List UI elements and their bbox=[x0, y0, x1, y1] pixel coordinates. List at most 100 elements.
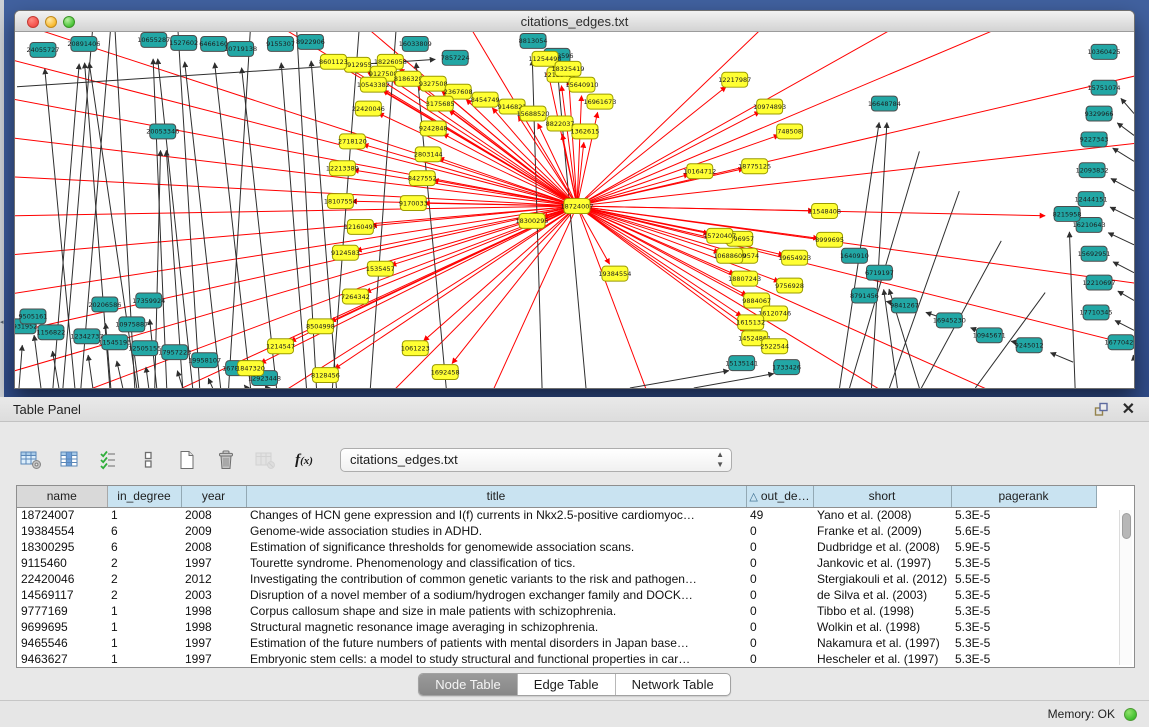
graph-node-yellow[interactable]: 8504998 bbox=[306, 319, 335, 334]
graph-node-teal[interactable]: 1527602 bbox=[169, 35, 198, 50]
column-header-title[interactable]: title bbox=[246, 486, 746, 507]
tab-node-table[interactable]: Node Table bbox=[419, 674, 518, 695]
graph-node-teal[interactable]: 24055727 bbox=[26, 42, 59, 57]
table-row[interactable]: 1938455462009Genome-wide association stu… bbox=[17, 523, 1096, 539]
table-row[interactable]: 977716911998Corpus callosum shape and si… bbox=[17, 603, 1096, 619]
table-cell[interactable]: Embryonic stem cells: a model to study s… bbox=[246, 651, 746, 667]
table-cell[interactable]: 0 bbox=[746, 587, 813, 603]
column-header-in_degree[interactable]: in_degree bbox=[107, 486, 181, 507]
table-cell[interactable]: Changes of HCN gene expression and I(f) … bbox=[246, 507, 746, 523]
graph-node-teal[interactable]: 1640910 bbox=[840, 248, 869, 263]
graph-node-yellow[interactable]: 9242848 bbox=[419, 121, 448, 136]
table-cell[interactable]: 9699695 bbox=[17, 619, 107, 635]
graph-node-yellow[interactable]: 11548408 bbox=[808, 204, 841, 219]
graph-node-yellow[interactable]: 15640910 bbox=[565, 77, 598, 92]
graph-node-teal[interactable]: 10719138 bbox=[224, 41, 257, 56]
table-cell[interactable]: 2 bbox=[107, 587, 181, 603]
table-row[interactable]: 969969511998Structural magnetic resonanc… bbox=[17, 619, 1096, 635]
graph-node-yellow[interactable]: 1362615 bbox=[571, 124, 600, 139]
table-cell[interactable]: Wolkin et al. (1998) bbox=[813, 619, 951, 635]
tab-network-table[interactable]: Network Table bbox=[616, 674, 730, 695]
table-cell[interactable]: 2008 bbox=[181, 539, 246, 555]
table-cell[interactable]: 5.3E-5 bbox=[951, 635, 1096, 651]
table-settings-icon[interactable] bbox=[16, 446, 46, 474]
table-cell[interactable]: 5.3E-5 bbox=[951, 587, 1096, 603]
graph-node-teal[interactable]: 19958107 bbox=[188, 353, 221, 368]
graph-node-teal[interactable]: 17957223 bbox=[158, 345, 191, 360]
graph-node-teal[interactable]: 6719197 bbox=[865, 265, 894, 280]
graph-node-teal[interactable]: 8791456 bbox=[850, 288, 879, 303]
close-panel-icon[interactable]: ✕ bbox=[1122, 399, 1135, 420]
table-cell[interactable]: 18300295 bbox=[17, 539, 107, 555]
table-cell[interactable]: 6 bbox=[107, 523, 181, 539]
graph-node-yellow[interactable]: 10688609 bbox=[713, 248, 746, 263]
table-cell[interactable]: 0 bbox=[746, 555, 813, 571]
graph-node-teal[interactable]: 11545193 bbox=[98, 335, 131, 350]
table-cell[interactable]: Tourette syndrome. Phenomenology and cla… bbox=[246, 555, 746, 571]
graph-node-teal[interactable]: 1156822 bbox=[37, 325, 66, 340]
table-cell[interactable]: 5.3E-5 bbox=[951, 619, 1096, 635]
graph-node-yellow[interactable]: 1535457 bbox=[366, 261, 395, 276]
graph-node-yellow[interactable]: 1692458 bbox=[431, 365, 460, 380]
table-cell[interactable]: 1 bbox=[107, 635, 181, 651]
table-cell[interactable]: Structural magnetic resonance image aver… bbox=[246, 619, 746, 635]
network-canvas-wrap[interactable]: 2405572720891406106552871527602646616010… bbox=[15, 32, 1134, 388]
panel-divider[interactable]: ◂ bbox=[0, 0, 4, 397]
graph-node-yellow[interactable]: 15688520 bbox=[517, 106, 550, 121]
column-header-pagerank[interactable]: pagerank bbox=[951, 486, 1096, 507]
graph-node-teal[interactable]: 8813054 bbox=[519, 33, 548, 48]
graph-node-teal[interactable]: 7857224 bbox=[441, 50, 470, 65]
graph-node-yellow[interactable]: 12217987 bbox=[718, 72, 751, 87]
table-row[interactable]: 1830029562008Estimation of significance … bbox=[17, 539, 1096, 555]
graph-node-yellow[interactable]: 10164712 bbox=[683, 164, 716, 179]
graph-node-yellow[interactable]: 8601123 bbox=[319, 54, 348, 69]
graph-node-yellow[interactable]: 7264342 bbox=[341, 289, 370, 304]
table-cell[interactable]: 9465546 bbox=[17, 635, 107, 651]
table-row[interactable]: 946554611997Estimation of the future num… bbox=[17, 635, 1096, 651]
table-cell[interactable]: 2012 bbox=[181, 571, 246, 587]
graph-node-yellow[interactable]: 10543382 bbox=[357, 77, 390, 92]
select-rows-icon[interactable] bbox=[94, 446, 124, 474]
graph-node-teal[interactable]: 12210697 bbox=[1083, 275, 1116, 290]
scrollbar-thumb[interactable] bbox=[1122, 513, 1131, 539]
graph-node-yellow[interactable]: 22420046 bbox=[352, 101, 385, 116]
graph-node-yellow[interactable]: 18775125 bbox=[738, 159, 771, 174]
table-cell[interactable]: 14569117 bbox=[17, 587, 107, 603]
graph-node-teal[interactable]: 9155307 bbox=[266, 36, 295, 51]
graph-node-teal[interactable]: 17710345 bbox=[1080, 305, 1113, 320]
table-cell[interactable]: 0 bbox=[746, 619, 813, 635]
table-cell[interactable]: Estimation of the future numbers of pati… bbox=[246, 635, 746, 651]
table-cell[interactable]: 1998 bbox=[181, 619, 246, 635]
table-row[interactable]: 2242004622012Investigating the contribut… bbox=[17, 571, 1096, 587]
table-cell[interactable]: 0 bbox=[746, 651, 813, 667]
graph-node-yellow[interactable]: 18300295 bbox=[516, 213, 549, 228]
graph-node-teal[interactable]: 8922906 bbox=[296, 34, 325, 49]
table-cell[interactable]: 0 bbox=[746, 571, 813, 587]
table-cell[interactable]: Hescheler et al. (1997) bbox=[813, 651, 951, 667]
window-titlebar[interactable]: citations_edges.txt bbox=[15, 11, 1134, 32]
table-cell[interactable]: 2 bbox=[107, 555, 181, 571]
table-cell[interactable]: 2009 bbox=[181, 523, 246, 539]
column-header-short[interactable]: short bbox=[813, 486, 951, 507]
table-cell[interactable]: 9777169 bbox=[17, 603, 107, 619]
graph-node-teal[interactable]: 20053346 bbox=[146, 124, 179, 139]
table-cell[interactable]: Tibbo et al. (1998) bbox=[813, 603, 951, 619]
network-canvas[interactable]: 2405572720891406106552871527602646616010… bbox=[15, 32, 1134, 388]
table-scrollbar[interactable] bbox=[1119, 510, 1132, 665]
graph-node-teal[interactable]: 20206586 bbox=[88, 297, 121, 312]
graph-node-teal[interactable]: 15751074 bbox=[1088, 80, 1121, 95]
table-cell[interactable]: 2003 bbox=[181, 587, 246, 603]
graph-node-teal[interactable]: 16945230 bbox=[933, 313, 966, 328]
table-cell[interactable]: Disruption of a novel member of a sodium… bbox=[246, 587, 746, 603]
graph-node-teal[interactable]: 10360425 bbox=[1088, 44, 1121, 59]
table-cell[interactable]: 0 bbox=[746, 523, 813, 539]
graph-node-yellow[interactable]: 2522544 bbox=[760, 339, 789, 354]
table-cell[interactable]: 49 bbox=[746, 507, 813, 523]
table-cell[interactable]: 1 bbox=[107, 603, 181, 619]
table-cell[interactable]: Jankovic et al. (1997) bbox=[813, 555, 951, 571]
graph-node-yellow[interactable]: 1214547 bbox=[266, 339, 295, 354]
graph-node-yellow[interactable]: 1061223 bbox=[401, 341, 430, 356]
graph-node-teal[interactable]: 16770429 bbox=[1105, 335, 1134, 350]
graph-node-teal[interactable]: 10945671 bbox=[973, 328, 1006, 343]
graph-node-teal[interactable]: 12444151 bbox=[1075, 192, 1108, 207]
